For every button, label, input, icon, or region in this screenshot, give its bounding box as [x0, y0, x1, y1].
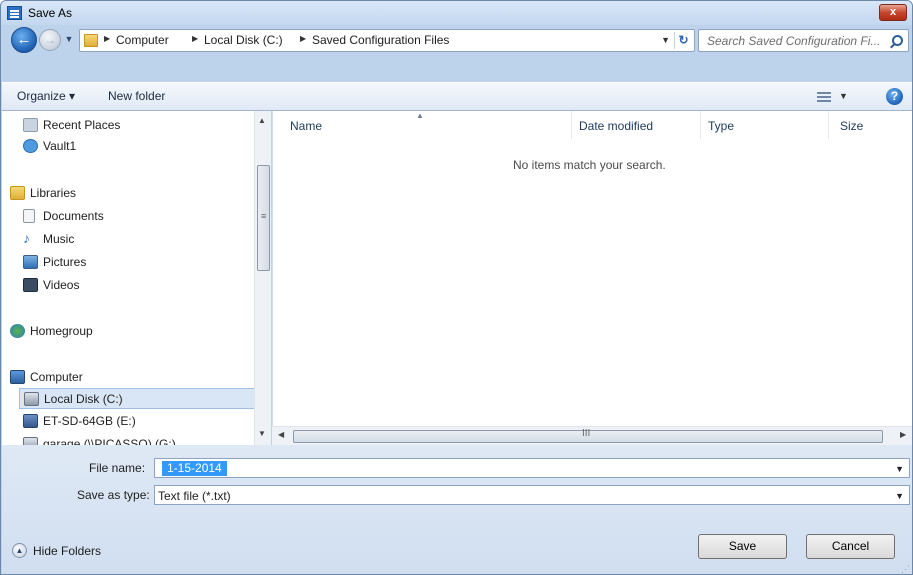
- column-header-date-modified[interactable]: Date modified: [579, 119, 653, 133]
- scrollbar-thumb[interactable]: III: [293, 428, 883, 443]
- file-name-dropdown-icon[interactable]: ▼: [895, 464, 904, 474]
- pictures-icon: [23, 255, 38, 269]
- breadcrumb-computer[interactable]: Computer: [116, 33, 169, 47]
- back-button[interactable]: ←: [11, 27, 37, 53]
- sidebar-item-computer[interactable]: Computer: [6, 367, 242, 388]
- cancel-button[interactable]: Cancel: [806, 534, 895, 559]
- sidebar-item-label: Computer: [30, 370, 83, 384]
- sidebar-item-homegroup[interactable]: Homegroup: [6, 321, 242, 342]
- breadcrumb-separator-icon[interactable]: ▶: [104, 34, 110, 43]
- file-name-label: File name:: [89, 461, 146, 475]
- usb-drive-icon: [23, 414, 38, 428]
- recent-places-icon: [23, 118, 38, 132]
- title-bar: Save As x: [1, 1, 912, 25]
- grip-icon: ≡: [261, 211, 267, 221]
- hide-folders-button[interactable]: ▲ Hide Folders: [12, 541, 142, 561]
- recent-pages-dropdown-icon[interactable]: ▼: [63, 33, 75, 45]
- sidebar-item-pictures[interactable]: Pictures: [19, 252, 255, 273]
- sidebar-item-local-disk[interactable]: Local Disk (C:): [19, 388, 255, 409]
- column-header-size[interactable]: Size: [840, 119, 863, 133]
- music-icon: ♪: [23, 230, 30, 246]
- file-list: ▲ Name Date modified Type Size No items …: [272, 111, 912, 445]
- collapse-up-icon: ▲: [12, 543, 27, 558]
- scroll-right-icon[interactable]: ▶: [900, 430, 906, 439]
- scrollbar-thumb[interactable]: ≡: [257, 165, 270, 271]
- sidebar-item-label: garage (\\PICASSO) (G:): [43, 437, 176, 445]
- sidebar-item-label: ET-SD-64GB (E:): [43, 414, 136, 428]
- documents-icon: [23, 209, 35, 223]
- vault-icon: [23, 139, 38, 153]
- forward-button[interactable]: →: [39, 29, 61, 51]
- resize-grip-icon[interactable]: ⋰: [901, 564, 910, 574]
- save-as-type-label: Save as type:: [77, 488, 150, 502]
- empty-folder-message: No items match your search.: [513, 158, 666, 172]
- sidebar-item-label: Vault1: [43, 139, 77, 153]
- local-disk-icon: [24, 392, 39, 406]
- command-toolbar: Organize ▾ New folder ▼ ?: [2, 82, 912, 111]
- sidebar-item-label: Local Disk (C:): [44, 392, 123, 406]
- column-header-name[interactable]: Name: [290, 119, 322, 133]
- search-input[interactable]: Search Saved Configuration Fi...: [698, 29, 909, 52]
- sidebar-item-label: Music: [43, 232, 75, 246]
- sidebar-item-music[interactable]: ♪ Music: [19, 229, 255, 250]
- address-bar[interactable]: ▶ Computer ▶ Local Disk (C:) ▶ Saved Con…: [79, 29, 695, 52]
- libraries-icon: [10, 186, 25, 200]
- sidebar-item-recent-places[interactable]: Recent Places: [19, 115, 255, 136]
- breadcrumb-local-disk[interactable]: Local Disk (C:): [204, 33, 283, 47]
- sidebar-item-label: Pictures: [43, 255, 87, 269]
- save-form: File name: 1-15-2014 ▼ Save as type: Tex…: [2, 445, 912, 574]
- organize-button[interactable]: Organize ▾: [17, 89, 75, 103]
- sidebar-item-label: Recent Places: [43, 118, 121, 132]
- search-placeholder: Search Saved Configuration Fi...: [707, 34, 881, 48]
- breadcrumb-saved-configuration-files[interactable]: Saved Configuration Files: [312, 33, 449, 47]
- column-divider[interactable]: [571, 111, 572, 139]
- hide-folders-label: Hide Folders: [33, 544, 102, 558]
- address-dropdown-icon[interactable]: ▼: [661, 35, 670, 45]
- save-as-type-value: Text file (*.txt): [158, 489, 231, 503]
- breadcrumb-separator-icon[interactable]: ▶: [192, 34, 198, 43]
- computer-icon: [10, 370, 25, 384]
- file-list-horizontal-scrollbar[interactable]: ◀ III ▶: [272, 426, 912, 445]
- sidebar-item-label: Documents: [43, 209, 104, 223]
- column-header-type[interactable]: Type: [708, 119, 734, 133]
- scroll-left-icon[interactable]: ◀: [278, 430, 284, 439]
- sidebar-item-libraries[interactable]: Libraries: [6, 183, 242, 204]
- file-name-value: 1-15-2014: [162, 461, 227, 476]
- change-view-icon[interactable]: [817, 91, 831, 103]
- save-button[interactable]: Save: [698, 534, 787, 559]
- grip-icon: III: [582, 428, 591, 439]
- sidebar-item-videos[interactable]: Videos: [19, 275, 255, 296]
- sort-ascending-icon: ▲: [416, 111, 424, 120]
- sidebar-item-garage[interactable]: garage (\\PICASSO) (G:): [19, 434, 255, 445]
- save-as-type-select[interactable]: Text file (*.txt) ▼: [154, 485, 910, 505]
- folder-icon: [84, 34, 98, 47]
- save-as-icon: [7, 6, 22, 20]
- view-options-dropdown-icon[interactable]: ▼: [839, 91, 848, 101]
- sidebar-item-label: Libraries: [30, 186, 77, 200]
- sidebar-item-documents[interactable]: Documents: [19, 206, 255, 227]
- help-icon[interactable]: ?: [886, 88, 903, 105]
- file-name-input[interactable]: 1-15-2014 ▼: [154, 458, 910, 478]
- sidebar-item-label: Videos: [43, 278, 80, 292]
- new-folder-button[interactable]: New folder: [108, 89, 165, 103]
- breadcrumb-separator-icon[interactable]: ▶: [300, 34, 306, 43]
- navigation-pane-scrollbar[interactable]: ▲ ≡ ▼: [254, 111, 271, 445]
- column-divider[interactable]: [700, 111, 701, 139]
- window-title: Save As: [28, 6, 73, 20]
- navigation-pane: Recent Places Vault1 Libraries Documents…: [2, 111, 255, 445]
- sidebar-item-vault1[interactable]: Vault1: [19, 136, 255, 157]
- scroll-up-icon[interactable]: ▲: [258, 116, 266, 125]
- save-as-dialog: Save As x ← → ▼ ▶ Computer ▶ Local Disk …: [0, 0, 913, 575]
- network-drive-icon: [23, 437, 38, 445]
- search-icon[interactable]: [892, 35, 903, 46]
- save-as-type-dropdown-icon[interactable]: ▼: [895, 491, 904, 501]
- videos-icon: [23, 278, 38, 292]
- column-divider[interactable]: [828, 111, 829, 139]
- scroll-down-icon[interactable]: ▼: [258, 429, 266, 438]
- refresh-icon[interactable]: ↻: [674, 32, 692, 49]
- close-button[interactable]: x: [879, 4, 907, 21]
- sidebar-item-label: Homegroup: [30, 324, 93, 338]
- sidebar-item-et-sd-64gb[interactable]: ET-SD-64GB (E:): [19, 411, 255, 432]
- homegroup-icon: [10, 324, 25, 338]
